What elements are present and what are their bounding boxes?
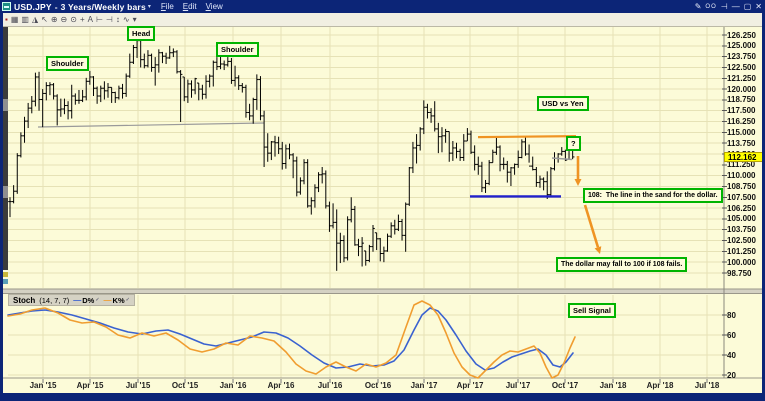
time-tick-label: Jul '18 bbox=[695, 381, 720, 390]
time-tick-label: Oct '17 bbox=[552, 381, 578, 390]
price-tick-label: 108.750 bbox=[727, 182, 756, 191]
annotation-sell-signal[interactable]: Sell Signal bbox=[568, 303, 616, 318]
time-tick-label: Jul '15 bbox=[126, 381, 151, 390]
price-tick-label: 118.750 bbox=[727, 95, 755, 104]
price-tick-label: 100.000 bbox=[727, 258, 756, 267]
time-tick-label: Oct '16 bbox=[365, 381, 391, 390]
stoch-tick-label: 60 bbox=[727, 331, 736, 340]
window-border bbox=[0, 393, 765, 401]
annotation-shoulder-right[interactable]: Shoulder bbox=[216, 42, 259, 57]
stoch-indicator-header[interactable]: Stoch (14, 7, 7) — D% ✓ — K% ✓ bbox=[8, 294, 135, 306]
annotation-line-in-sand[interactable]: 108: The line in the sand for the dollar… bbox=[583, 188, 723, 203]
price-tick-label: 110.000 bbox=[727, 171, 755, 180]
price-tick-label: 101.250 bbox=[727, 247, 756, 256]
price-tick-label: 122.500 bbox=[727, 63, 756, 72]
price-tick-label: 126.250 bbox=[727, 31, 756, 40]
annotation-fall-to-100[interactable]: The dollar may fall to 100 if 108 fails. bbox=[556, 257, 687, 272]
time-tick-label: Apr '18 bbox=[647, 381, 674, 390]
price-tick-label: 125.000 bbox=[727, 41, 756, 50]
price-tick-label: 117.500 bbox=[727, 106, 755, 115]
time-tick-label: Oct '15 bbox=[172, 381, 198, 390]
legend-k-percent[interactable]: — K% ✓ bbox=[104, 296, 130, 305]
price-tick-label: 98.750 bbox=[727, 269, 751, 278]
stoch-tick-label: 80 bbox=[727, 311, 736, 320]
price-tick-label: 106.250 bbox=[727, 204, 756, 213]
price-tick-label: 102.500 bbox=[727, 236, 756, 245]
stoch-label: Stoch bbox=[13, 296, 35, 305]
price-tick-label: 116.250 bbox=[727, 117, 755, 126]
window-border bbox=[0, 13, 3, 401]
time-tick-label: Jan '15 bbox=[30, 381, 57, 390]
d-edit-icon[interactable]: ✓ bbox=[95, 297, 99, 303]
time-tick-label: Jul '17 bbox=[506, 381, 531, 390]
price-tick-label: 121.250 bbox=[727, 74, 756, 83]
time-tick-label: Apr '15 bbox=[77, 381, 104, 390]
stoch-params[interactable]: (14, 7, 7) bbox=[39, 296, 69, 305]
price-tick-label: 115.000 bbox=[727, 128, 755, 137]
time-tick-label: Jan '17 bbox=[411, 381, 438, 390]
time-tick-label: Apr '17 bbox=[457, 381, 484, 390]
price-tick-label: 105.000 bbox=[727, 214, 756, 223]
time-tick-label: Jan '18 bbox=[600, 381, 627, 390]
legend-d-percent[interactable]: — D% ✓ bbox=[73, 296, 99, 305]
time-tick-label: Jul '16 bbox=[318, 381, 343, 390]
price-tick-label: 120.000 bbox=[727, 85, 756, 94]
annotation-shoulder-left[interactable]: Shoulder bbox=[46, 56, 89, 71]
price-tick-label: 103.750 bbox=[727, 225, 756, 234]
d-line-swatch: — bbox=[73, 296, 81, 305]
annotation-question-mark[interactable]: ? bbox=[566, 136, 581, 151]
price-tick-label: 107.500 bbox=[727, 193, 756, 202]
time-tick-label: Jan '16 bbox=[220, 381, 247, 390]
chart-window: USD.JPY - 3 Years/Weekly bars ▾ File Edi… bbox=[0, 0, 765, 401]
annotation-head[interactable]: Head bbox=[127, 26, 155, 41]
time-tick-label: Apr '16 bbox=[268, 381, 295, 390]
stoch-tick-label: 20 bbox=[727, 371, 736, 380]
annotation-usd-vs-yen[interactable]: USD vs Yen bbox=[537, 96, 589, 111]
stoch-tick-label: 40 bbox=[727, 351, 736, 360]
last-price-badge: 112.162 bbox=[724, 152, 763, 162]
price-tick-label: 123.750 bbox=[727, 52, 756, 61]
price-tick-label: 113.750 bbox=[727, 139, 755, 148]
k-line-swatch: — bbox=[104, 296, 112, 305]
k-edit-icon[interactable]: ✓ bbox=[126, 297, 130, 303]
